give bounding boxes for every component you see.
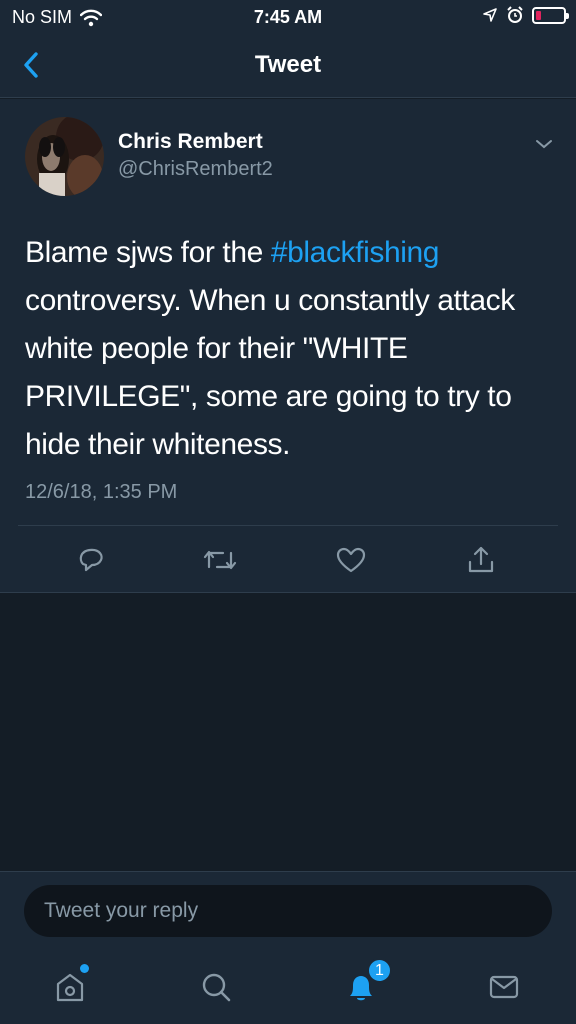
chevron-down-icon[interactable] (534, 137, 554, 151)
avatar[interactable] (25, 117, 104, 196)
alarm-icon (507, 6, 523, 23)
tab-messages[interactable] (484, 967, 524, 1007)
tab-home[interactable] (50, 967, 90, 1007)
bottom-panel: Tweet your reply 1 (0, 871, 576, 1024)
author-name[interactable]: Chris Rembert (118, 130, 263, 154)
home-unread-dot (80, 964, 89, 973)
tweet-timestamp: 12/6/18, 1:35 PM (25, 481, 178, 503)
tab-search[interactable] (196, 967, 236, 1007)
author-handle[interactable]: @ChrisRembert2 (118, 158, 273, 181)
top-bar: No SIM 7:45 AM Tweet (0, 0, 576, 98)
envelope-icon (489, 975, 519, 999)
home-icon (56, 973, 84, 1002)
share-button[interactable] (463, 542, 499, 578)
reply-button[interactable] (73, 542, 109, 578)
status-bar: No SIM 7:45 AM (0, 0, 576, 36)
search-icon (202, 973, 231, 1002)
avatar-image (25, 117, 104, 196)
retweet-icon (203, 550, 237, 570)
location-arrow-icon (483, 8, 497, 22)
tweet-text-end: controversy. When u constantly attack wh… (25, 284, 515, 461)
notification-badge: 1 (367, 958, 392, 983)
tweet-actions (0, 540, 576, 580)
tweet-text: Blame sjws for the #blackfishing controv… (25, 229, 555, 469)
share-icon (468, 546, 494, 573)
reply-icon (79, 548, 103, 572)
page-title: Tweet (254, 51, 322, 78)
reply-input[interactable]: Tweet your reply (24, 885, 552, 937)
tweet-detail: Chris Rembert @ChrisRembert2 Blame sjws … (0, 99, 576, 593)
heart-icon (336, 547, 366, 573)
retweet-button[interactable] (202, 542, 238, 578)
battery-icon (532, 6, 569, 24)
like-button[interactable] (333, 542, 369, 578)
tweet-text-start: Blame sjws for the (25, 236, 271, 269)
tab-bar: 1 (0, 955, 576, 1015)
status-right-group (482, 6, 569, 24)
hashtag-link[interactable]: #blackfishing (271, 236, 440, 269)
divider (18, 525, 558, 526)
